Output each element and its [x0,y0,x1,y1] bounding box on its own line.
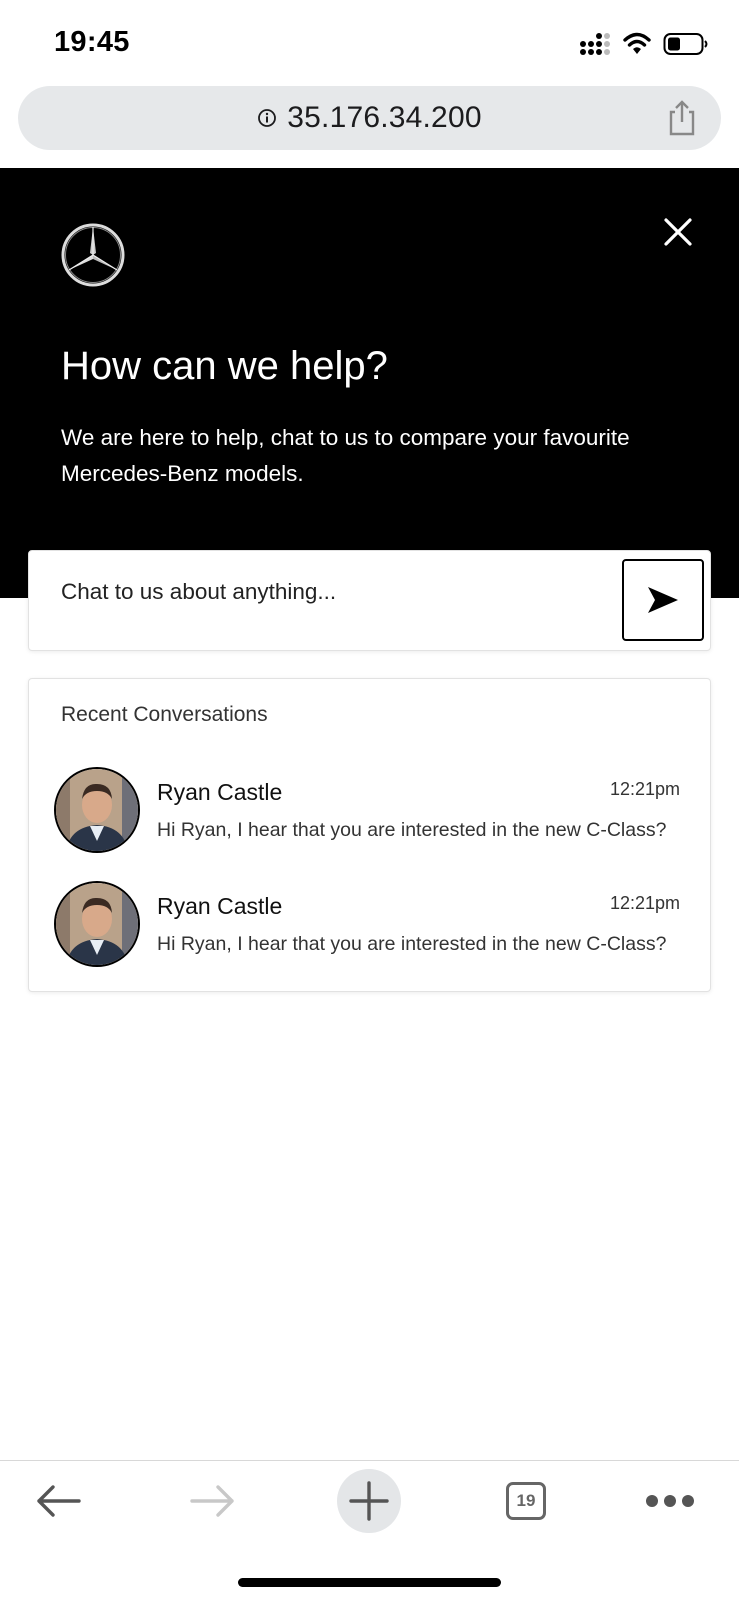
forward-arrow-icon [190,1485,234,1517]
battery-icon [663,33,708,55]
recent-conversations-heading: Recent Conversations [61,703,268,726]
chat-hero: How can we help? We are here to help, ch… [0,168,739,598]
send-icon [648,587,678,613]
avatar [54,767,140,853]
more-button[interactable] [640,1471,700,1531]
page-title: How can we help? [61,344,388,388]
plus-icon [349,1481,389,1521]
wifi-icon [623,32,651,54]
chat-input[interactable]: Chat to us about anything... [61,579,336,605]
address-bar[interactable]: 35.176.34.200 [18,86,721,150]
url-text: 35.176.34.200 [287,101,482,134]
recent-conversations-card: Recent Conversations Ryan Castle 12:21pm… [28,678,711,992]
close-icon[interactable] [660,214,696,250]
conversation-item[interactable]: Ryan Castle 12:21pm Hi Ryan, I hear that… [29,881,712,981]
status-time: 19:45 [54,26,130,58]
conversation-name: Ryan Castle [157,893,283,919]
avatar [54,881,140,967]
tabs-icon: 19 [506,1482,546,1520]
conversation-preview: Hi Ryan, I hear that you are interested … [157,819,667,841]
send-button[interactable] [622,559,704,641]
share-icon[interactable] [663,98,701,138]
conversation-time: 12:21pm [609,893,680,913]
home-indicator [238,1578,501,1587]
chat-input-card: Chat to us about anything... [28,550,711,651]
hero-subtitle: We are here to help, chat to us to compa… [61,425,630,486]
back-button[interactable] [28,1471,88,1531]
status-bar: 19:45 [0,0,739,84]
status-icons [579,30,709,58]
conversation-preview: Hi Ryan, I hear that you are interested … [157,933,667,955]
conversation-item[interactable]: Ryan Castle 12:21pm Hi Ryan, I hear that… [29,767,712,867]
cellular-signal-icon [580,33,610,55]
info-icon [258,109,277,127]
conversation-time: 12:21pm [609,779,680,799]
tabs-button[interactable]: 19 [496,1471,556,1531]
more-icon [646,1495,694,1507]
mercedes-star-logo [61,223,125,287]
forward-button[interactable] [183,1471,243,1531]
conversation-name: Ryan Castle [157,779,283,805]
url-display[interactable]: 35.176.34.200 [18,86,721,150]
new-tab-button[interactable] [337,1469,401,1533]
back-arrow-icon [37,1485,81,1517]
